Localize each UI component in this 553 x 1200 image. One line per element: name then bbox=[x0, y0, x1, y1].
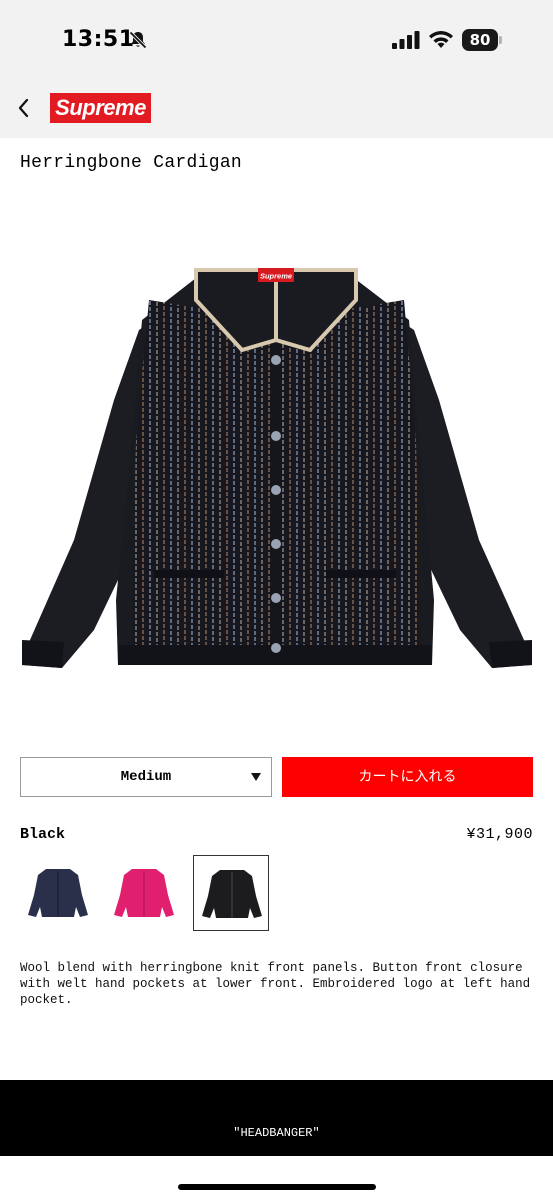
footer-bar bbox=[0, 1080, 553, 1156]
bottom-safe-area bbox=[0, 1156, 553, 1200]
swatch-pink-image bbox=[114, 869, 174, 917]
product-image: Supreme bbox=[22, 268, 532, 668]
home-indicator[interactable] bbox=[178, 1184, 376, 1190]
product-title: Herringbone Cardigan bbox=[20, 153, 243, 173]
price: ¥31,900 bbox=[466, 826, 533, 843]
app-header: Supreme bbox=[0, 80, 553, 138]
bell-slash-icon bbox=[129, 31, 147, 49]
battery-icon: 80 bbox=[462, 29, 502, 51]
status-bar: 13:51 80 bbox=[0, 0, 553, 80]
color-swatch-navy[interactable] bbox=[20, 855, 96, 931]
wifi-icon bbox=[429, 31, 453, 48]
status-time: 13:51 bbox=[62, 27, 135, 52]
swatch-black-image bbox=[202, 870, 262, 918]
battery-level: 80 bbox=[462, 29, 498, 51]
size-selected-value: Medium bbox=[120, 769, 172, 785]
add-to-cart-button[interactable]: カートに入れる bbox=[282, 757, 533, 797]
garment-label: Supreme bbox=[260, 272, 292, 281]
color-swatch-black[interactable] bbox=[193, 855, 269, 931]
product-description: Wool blend with herringbone knit front p… bbox=[20, 961, 531, 1007]
swatch-navy-image bbox=[28, 869, 88, 917]
color-swatch-pink[interactable] bbox=[106, 855, 182, 931]
supreme-logo[interactable]: Supreme bbox=[50, 93, 151, 123]
battery-tip bbox=[499, 36, 502, 44]
cellular-signal-icon bbox=[392, 31, 420, 49]
chevron-left-icon[interactable] bbox=[16, 97, 32, 119]
size-select[interactable]: Medium bbox=[20, 757, 272, 797]
footer-text: "HEADBANGER" bbox=[233, 1126, 320, 1140]
dropdown-triangle-icon bbox=[251, 773, 261, 781]
color-name: Black bbox=[20, 826, 66, 843]
